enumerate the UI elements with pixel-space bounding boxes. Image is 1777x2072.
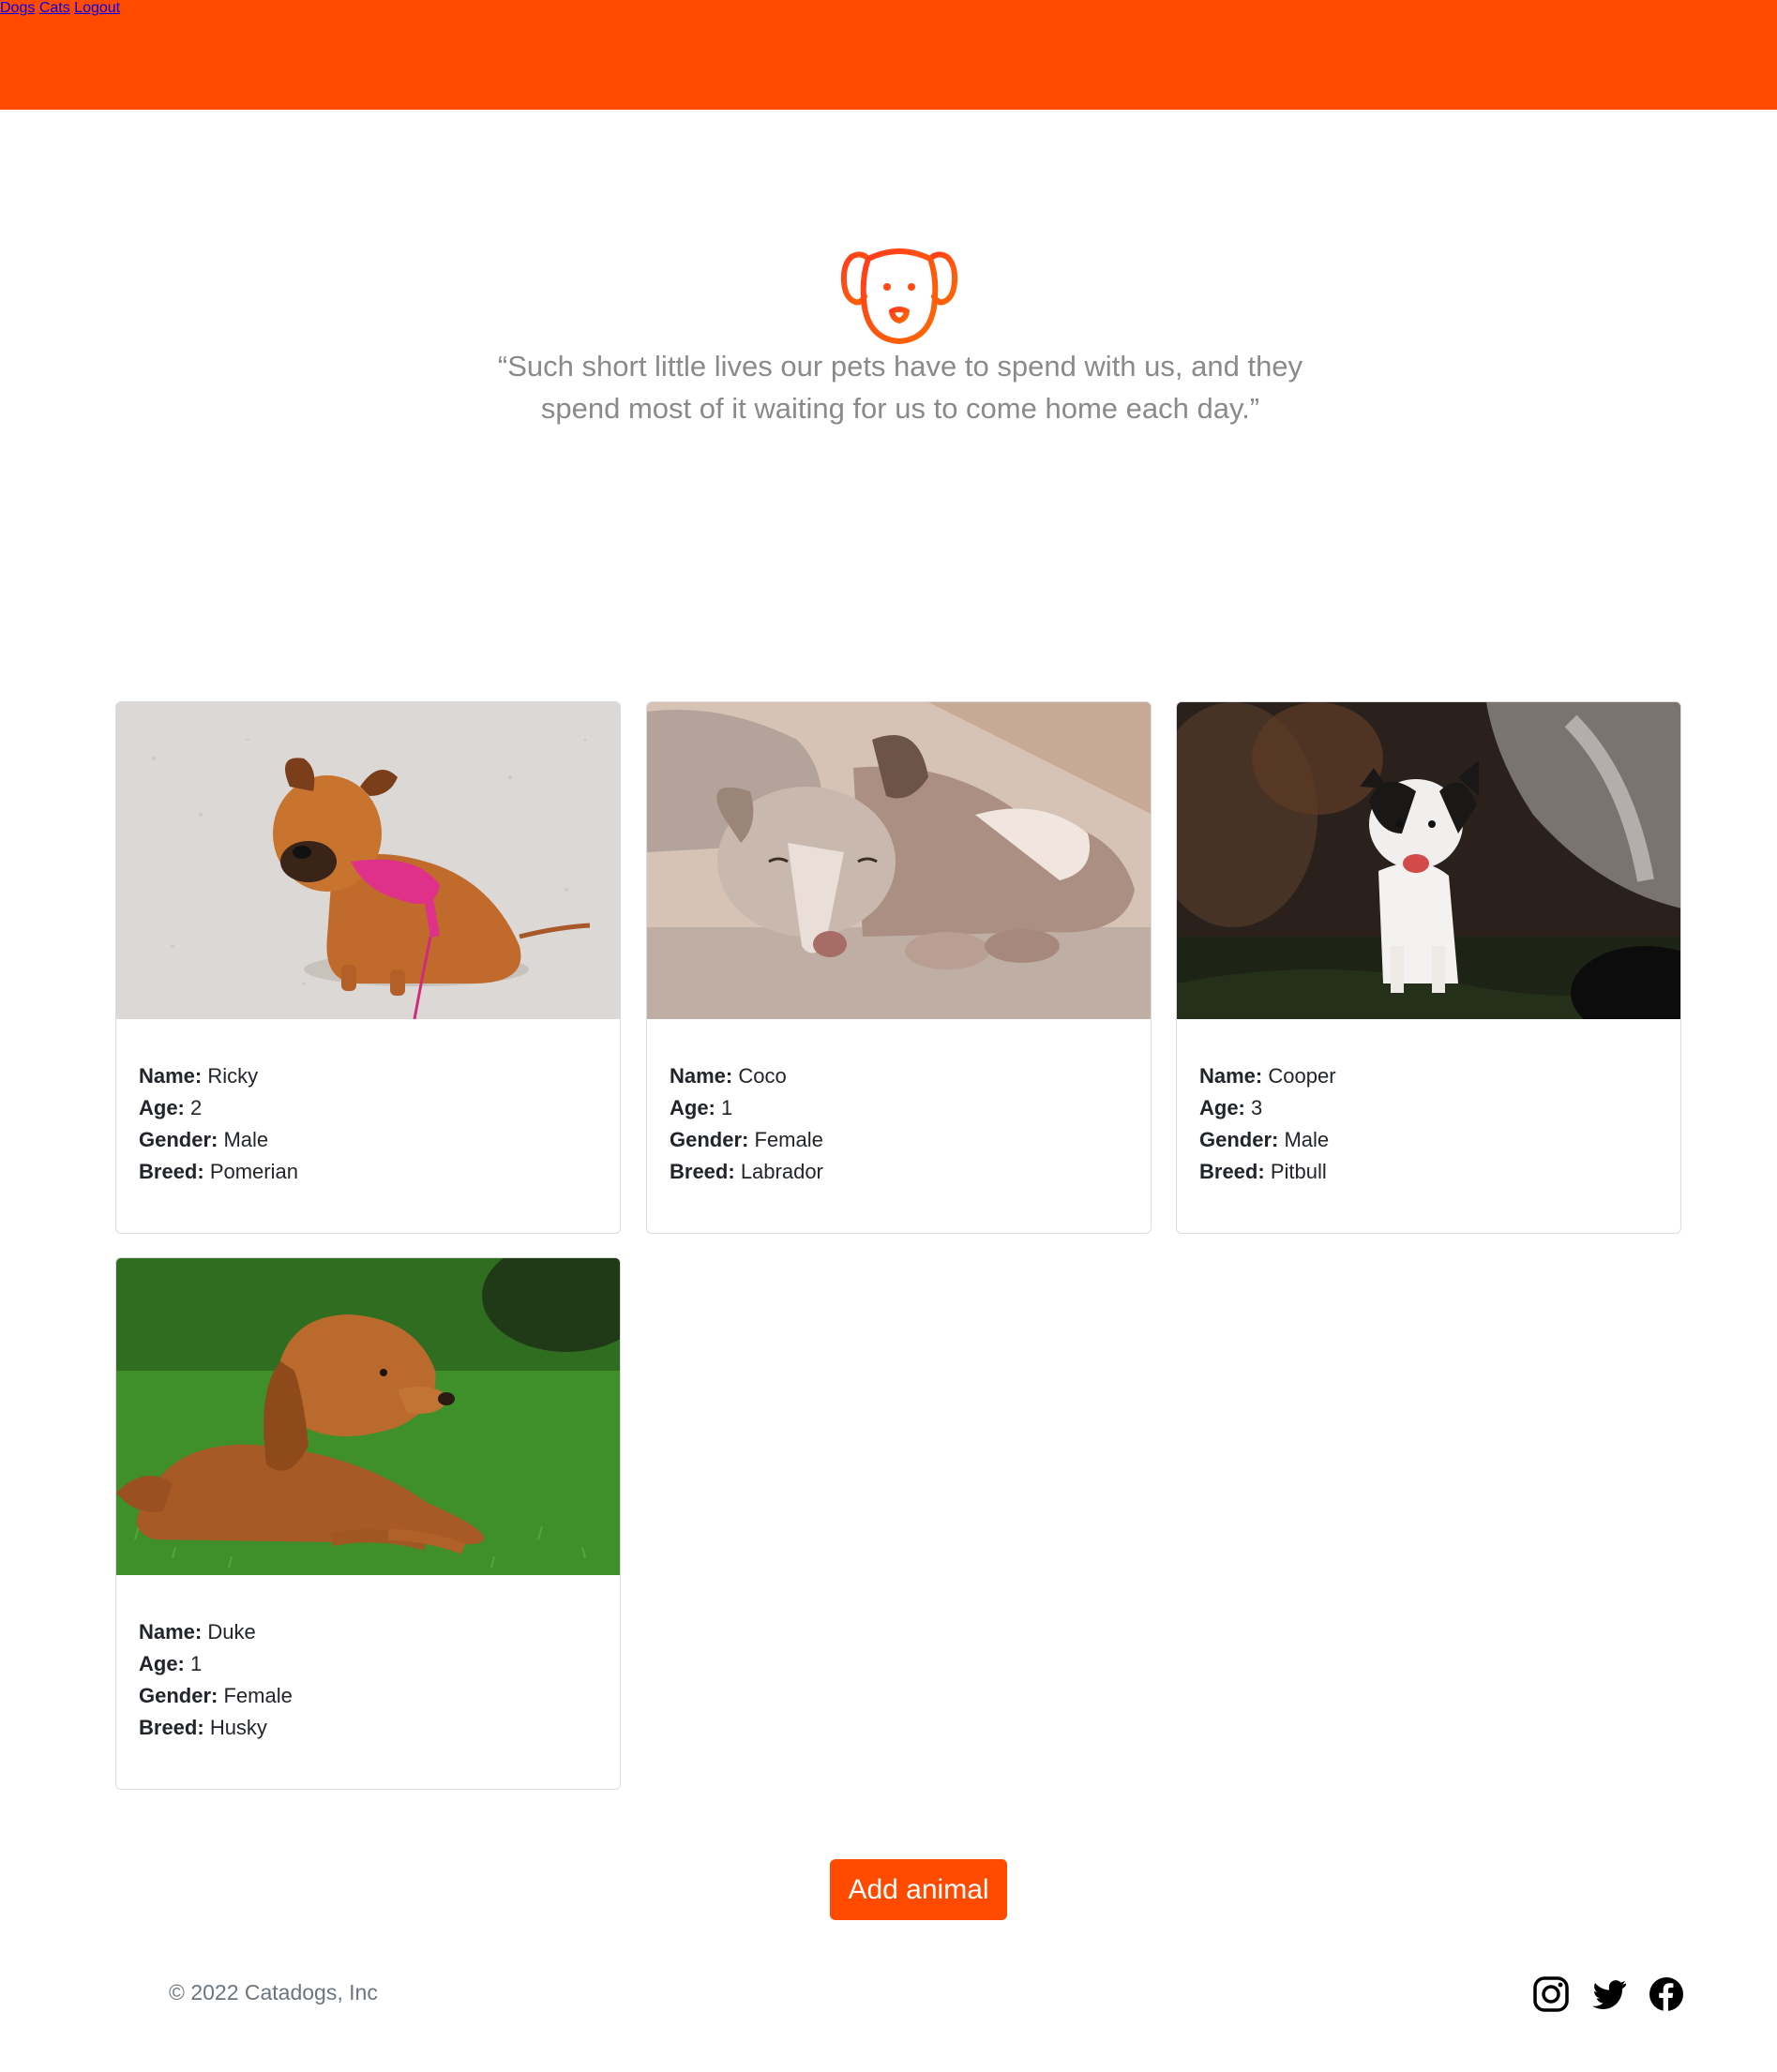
animal-breed: Pomerian (209, 1160, 298, 1183)
nav-link-dogs[interactable]: Dogs (0, 0, 35, 16)
gender-label: Gender: (1199, 1128, 1279, 1151)
animal-card[interactable]: Name: Coco Age: 1 Gender: Female Breed: … (646, 701, 1152, 1234)
animal-breed: Pitbull (1270, 1160, 1327, 1183)
animal-photo (116, 1258, 620, 1575)
animal-age: 1 (190, 1652, 203, 1675)
footer-copyright: © 2022 Catadogs, Inc (169, 1980, 378, 2004)
breed-label: Breed: (670, 1160, 735, 1183)
animal-details: Name: Cooper Age: 3 Gender: Male Breed: … (1199, 1060, 1336, 1188)
animal-name: Ricky (207, 1064, 259, 1088)
animal-gender: Male (223, 1128, 269, 1151)
animal-name: Cooper (1268, 1064, 1336, 1088)
animal-card[interactable]: Name: Cooper Age: 3 Gender: Male Breed: … (1176, 701, 1681, 1234)
hero-quote: “Such short little lives our pets have t… (497, 350, 1303, 425)
age-label: Age: (139, 1096, 185, 1119)
twitter-icon[interactable] (1590, 1975, 1628, 2013)
animal-breed: Husky (209, 1716, 267, 1739)
gender-label: Gender: (139, 1128, 218, 1151)
name-label: Name: (139, 1064, 203, 1088)
dog-face-icon (840, 242, 958, 347)
age-label: Age: (139, 1652, 185, 1675)
name-label: Name: (139, 1620, 203, 1644)
animal-card[interactable]: Name: Ricky Age: 2 Gender: Male Breed: P… (115, 701, 621, 1234)
animal-photo (116, 702, 620, 1019)
name-label: Name: (1199, 1064, 1263, 1088)
animal-details: Name: Coco Age: 1 Gender: Female Breed: … (670, 1060, 823, 1188)
animal-photo (647, 702, 1151, 1019)
animal-gender: Male (1284, 1128, 1330, 1151)
nav-link-logout[interactable]: Logout (74, 0, 120, 16)
animal-photo (1177, 702, 1680, 1019)
animal-details: Name: Duke Age: 1 Gender: Female Breed: … (139, 1616, 293, 1744)
add-animal-button[interactable]: Add animal (830, 1859, 1007, 1920)
animal-card[interactable]: Name: Duke Age: 1 Gender: Female Breed: … (115, 1257, 621, 1790)
breed-label: Breed: (139, 1716, 204, 1739)
animal-name: Coco (738, 1064, 787, 1088)
animal-breed: Labrador (740, 1160, 823, 1183)
name-label: Name: (670, 1064, 733, 1088)
age-label: Age: (670, 1096, 715, 1119)
gender-label: Gender: (670, 1128, 749, 1151)
facebook-icon[interactable] (1648, 1975, 1685, 2013)
age-label: Age: (1199, 1096, 1245, 1119)
animal-name: Duke (207, 1620, 256, 1644)
animal-gender: Female (223, 1684, 293, 1707)
animal-age: 2 (190, 1096, 203, 1119)
animal-age: 1 (721, 1096, 733, 1119)
instagram-icon[interactable] (1532, 1975, 1570, 2013)
animal-details: Name: Ricky Age: 2 Gender: Male Breed: P… (139, 1060, 298, 1188)
breed-label: Breed: (139, 1160, 204, 1183)
gender-label: Gender: (139, 1684, 218, 1707)
animal-gender: Female (754, 1128, 823, 1151)
breed-label: Breed: (1199, 1160, 1265, 1183)
nav-link-cats[interactable]: Cats (39, 0, 70, 16)
top-navbar: Dogs Cats Logout (0, 0, 1777, 110)
animal-age: 3 (1251, 1096, 1263, 1119)
